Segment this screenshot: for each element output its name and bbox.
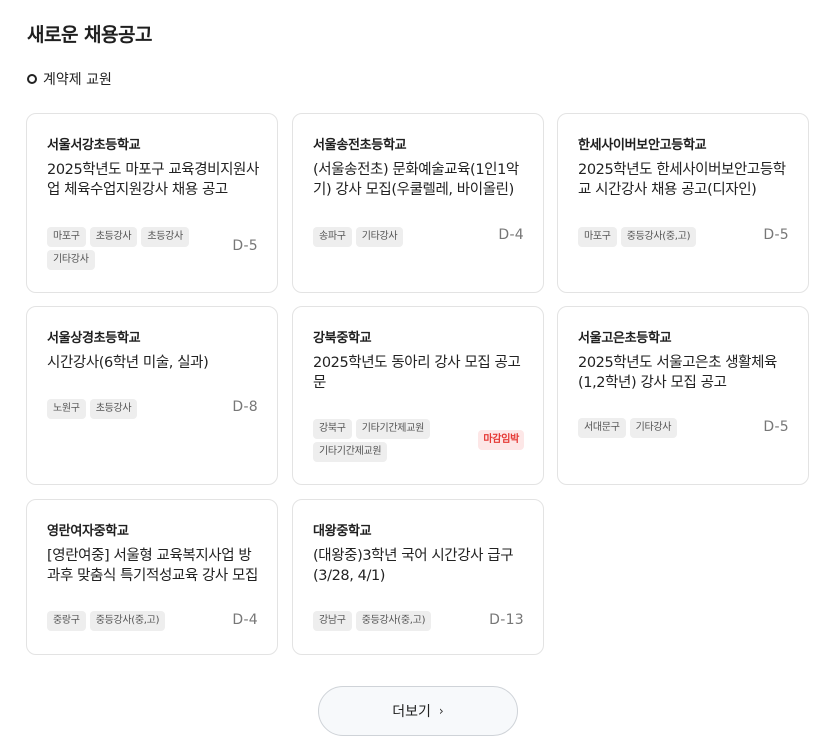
tag-list: 강북구 기타기간제교원 기타기간제교원 — [313, 419, 473, 462]
job-title: 2025학년도 서울고은초 생활체육(1,2학년) 강사 모집 공고 — [578, 355, 777, 391]
category-tag: 중등강사(중,고) — [355, 611, 432, 631]
job-title: 2025학년도 마포구 교육경비지원사업 체육수업지원강사 채용 공고 — [47, 162, 259, 198]
job-title: [영란여중] 서울형 교육복지사업 방과후 맞춤식 특기적성교육 강사 모집 — [47, 548, 258, 584]
job-title: (대왕중)3학년 국어 시간강사 급구(3/28, 4/1) — [313, 548, 514, 584]
job-card[interactable]: 서울송전초등학교 (서울송전초) 문화예술교육(1인1악기) 강사 모집(우쿨렐… — [292, 113, 544, 293]
category-tag: 초등강사 — [89, 399, 138, 419]
dday-label: D-8 — [232, 399, 258, 415]
category-tag: 초등강사 — [89, 227, 138, 247]
circle-bullet-icon — [27, 74, 37, 84]
school-name: 서울고은초등학교 — [578, 331, 672, 346]
school-name: 서울상경초등학교 — [47, 331, 141, 346]
section-label: 계약제 교원 — [27, 69, 112, 89]
category-tag: 기타강사 — [355, 227, 404, 247]
category-tag: 기타강사 — [47, 250, 95, 270]
job-card[interactable]: 강북중학교 2025학년도 동아리 강사 모집 공고문 강북구 기타기간제교원 … — [292, 306, 544, 485]
category-tag: 중등강사(중,고) — [89, 611, 166, 631]
job-title: 시간강사(6학년 미술, 실과) — [47, 355, 209, 371]
deadline-soon-badge: 마감임박 — [478, 430, 524, 450]
dday-label: D-4 — [232, 612, 258, 628]
region-tag: 마포구 — [578, 227, 617, 247]
school-name: 영란여자중학교 — [47, 524, 129, 539]
job-card[interactable]: 영란여자중학교 [영란여중] 서울형 교육복지사업 방과후 맞춤식 특기적성교육… — [26, 499, 278, 655]
job-title: (서울송전초) 문화예술교육(1인1악기) 강사 모집(우쿨렐레, 바이올린) — [313, 162, 519, 198]
tag-list: 서대문구 기타강사 — [578, 418, 738, 438]
category-tag: 기타강사 — [629, 418, 678, 438]
region-tag: 강북구 — [313, 419, 352, 439]
region-tag: 중랑구 — [47, 611, 86, 631]
load-more-label: 더보기 — [392, 704, 431, 720]
job-card[interactable]: 대왕중학교 (대왕중)3학년 국어 시간강사 급구(3/28, 4/1) 강남구… — [292, 499, 544, 655]
region-tag: 송파구 — [313, 227, 352, 247]
job-title: 2025학년도 동아리 강사 모집 공고문 — [313, 355, 521, 391]
job-card[interactable]: 서울고은초등학교 2025학년도 서울고은초 생활체육(1,2학년) 강사 모집… — [557, 306, 809, 485]
tag-list: 강남구 중등강사(중,고) — [313, 611, 473, 631]
category-tag: 중등강사(중,고) — [620, 227, 697, 247]
category-tag: 초등강사 — [141, 227, 189, 247]
page-title: 새로운 채용공고 — [27, 24, 152, 46]
school-name: 대왕중학교 — [313, 524, 372, 539]
region-tag: 노원구 — [47, 399, 86, 419]
category-tag: 기타기간제교원 — [355, 419, 431, 439]
load-more-button[interactable]: 더보기 › — [318, 686, 518, 736]
tag-list: 중랑구 중등강사(중,고) — [47, 611, 207, 631]
region-tag: 마포구 — [47, 227, 86, 247]
dday-label: D-5 — [763, 227, 789, 243]
category-tag: 기타기간제교원 — [313, 442, 388, 462]
region-tag: 서대문구 — [578, 418, 626, 438]
tag-list: 노원구 초등강사 — [47, 399, 207, 419]
tag-list: 송파구 기타강사 — [313, 227, 473, 247]
dday-label: D-13 — [489, 612, 524, 628]
chevron-right-icon: › — [438, 704, 444, 718]
dday-label: D-5 — [763, 419, 789, 435]
school-name: 서울송전초등학교 — [313, 138, 407, 153]
tag-list: 마포구 중등강사(중,고) — [578, 227, 738, 247]
job-title: 2025학년도 한세사이버보안고등학교 시간강사 채용 공고(디자인) — [578, 162, 786, 198]
dday-label: D-5 — [232, 238, 258, 254]
school-name: 한세사이버보안고등학교 — [578, 138, 707, 153]
school-name: 강북중학교 — [313, 331, 372, 346]
job-card[interactable]: 서울상경초등학교 시간강사(6학년 미술, 실과) 노원구 초등강사 D-8 — [26, 306, 278, 485]
dday-label: D-4 — [498, 227, 524, 243]
school-name: 서울서강초등학교 — [47, 138, 141, 153]
region-tag: 강남구 — [313, 611, 352, 631]
job-card[interactable]: 서울서강초등학교 2025학년도 마포구 교육경비지원사업 체육수업지원강사 채… — [26, 113, 278, 293]
job-card[interactable]: 한세사이버보안고등학교 2025학년도 한세사이버보안고등학교 시간강사 채용 … — [557, 113, 809, 293]
section-label-text: 계약제 교원 — [43, 72, 112, 88]
tag-list: 마포구 초등강사 초등강사 기타강사 — [47, 227, 207, 270]
